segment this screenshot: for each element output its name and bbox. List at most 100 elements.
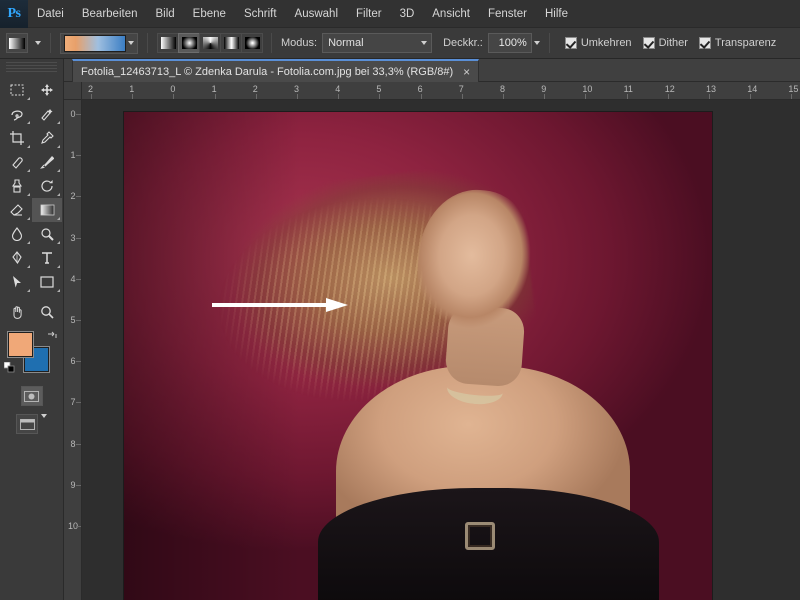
dither-checkbox-row[interactable]: Dither <box>642 37 688 49</box>
ruler-tick-line-v <box>76 155 81 157</box>
close-icon[interactable]: × <box>463 66 470 78</box>
brush-tool[interactable] <box>32 150 62 174</box>
options-separator-4 <box>548 33 550 53</box>
ruler-tick-line-v <box>76 443 81 445</box>
history-brush-tool[interactable] <box>32 174 62 198</box>
tool-preset-chevron-down-icon[interactable] <box>35 41 41 45</box>
tools-panel-grip[interactable] <box>6 62 57 74</box>
ruler-tick-h: 1 <box>211 84 217 94</box>
gradient-chevron-down-icon[interactable] <box>128 41 134 45</box>
horizontal-type-tool[interactable] <box>32 246 62 270</box>
ruler-tick-line-h <box>791 94 793 99</box>
options-separator-2 <box>147 33 148 53</box>
gradient-type-group <box>157 33 263 53</box>
menu-item-auswahl[interactable]: Auswahl <box>286 0 347 28</box>
menu-item-hilfe[interactable]: Hilfe <box>536 0 577 28</box>
menu-item-schrift[interactable]: Schrift <box>235 0 286 28</box>
blend-mode-select[interactable]: Normal <box>322 33 433 53</box>
menu-item-fenster[interactable]: Fenster <box>479 0 536 28</box>
ruler-tick-h: 14 <box>747 84 758 94</box>
ruler-tick-line-h <box>750 94 752 99</box>
horizontal-ruler[interactable]: 2 1 0 1 2 3 4 5 6 7 8 9 10 11 12 13 14 15 <box>82 82 800 100</box>
ruler-tick-line-h <box>297 94 298 99</box>
canvas-area[interactable] <box>82 100 800 600</box>
ruler-tick-h: 12 <box>664 84 675 94</box>
quick-selection-tool[interactable] <box>32 102 62 126</box>
eraser-tool[interactable] <box>2 198 32 222</box>
lasso-tool[interactable] <box>2 102 32 126</box>
spot-healing-brush-tool[interactable] <box>2 150 32 174</box>
ruler-tick-h: 2 <box>88 84 94 94</box>
ruler-tick-line-h <box>585 94 587 99</box>
radial-gradient-button[interactable] <box>178 33 200 53</box>
gradient-tool[interactable] <box>32 198 62 222</box>
menu-item-filter[interactable]: Filter <box>347 0 391 28</box>
transparency-checkbox[interactable] <box>698 37 711 49</box>
tools-panel <box>0 59 64 600</box>
ruler-tick-line-v <box>76 484 81 486</box>
rectangle-tool[interactable] <box>32 270 62 294</box>
angle-gradient-button[interactable] <box>199 33 221 53</box>
reverse-checkbox-row[interactable]: Umkehren <box>564 37 632 49</box>
eyedropper-tool[interactable] <box>32 126 62 150</box>
gradient-tool-icon[interactable] <box>6 33 28 53</box>
menu-item-bild[interactable]: Bild <box>146 0 183 28</box>
screen-mode-button[interactable] <box>16 414 38 434</box>
pen-tool[interactable] <box>2 246 32 270</box>
opacity-input[interactable]: 100% <box>487 33 532 53</box>
menu-item-3d[interactable]: 3D <box>391 0 424 28</box>
zoom-tool[interactable] <box>32 300 62 324</box>
quick-mask-button[interactable] <box>20 386 43 406</box>
blur-tool[interactable] <box>2 222 32 246</box>
ruler-tick-line-v <box>76 361 81 363</box>
arrow-head <box>326 298 348 312</box>
ruler-tick-line-h <box>214 94 216 99</box>
menu-item-datei[interactable]: Datei <box>28 0 73 28</box>
rectangular-marquee-tool[interactable] <box>2 78 32 102</box>
document-image[interactable] <box>124 112 712 600</box>
opacity-control[interactable]: 100% <box>487 33 540 53</box>
menu-item-ansicht[interactable]: Ansicht <box>423 0 479 28</box>
document-tab[interactable]: Fotolia_12463713_L © Zdenka Darula - Fot… <box>72 59 480 82</box>
ruler-tick-line-h <box>91 94 92 99</box>
reverse-checkbox[interactable] <box>564 37 577 49</box>
menu-item-ebene[interactable]: Ebene <box>184 0 235 28</box>
menu-item-bearbeiten[interactable]: Bearbeiten <box>73 0 147 28</box>
ruler-corner[interactable] <box>64 82 82 100</box>
tools-grid <box>0 78 63 324</box>
gradient-picker[interactable] <box>60 32 138 54</box>
color-swatches <box>3 330 60 376</box>
photoshop-logo: Ps <box>0 0 28 28</box>
dodge-tool[interactable] <box>32 222 62 246</box>
screen-mode-chevron-down-icon[interactable] <box>41 414 47 418</box>
clone-stamp-tool[interactable] <box>2 174 32 198</box>
quick-mask-row <box>0 386 63 406</box>
default-colors-icon[interactable] <box>3 361 15 373</box>
diamond-gradient-button[interactable] <box>241 33 263 53</box>
document-tab-title: Fotolia_12463713_L © Zdenka Darula - Fot… <box>81 65 454 78</box>
tool-options-bar: Modus: Normal Deckkr.: 100% Umkehren Dit… <box>0 28 800 59</box>
swap-colors-icon[interactable] <box>46 330 58 342</box>
arrow-shaft <box>212 303 328 307</box>
linear-gradient-button[interactable] <box>157 33 179 53</box>
opacity-chevron-down-icon[interactable] <box>533 41 540 45</box>
ruler-tick-line-h <box>132 94 134 99</box>
ruler-tick-line-h <box>667 94 669 99</box>
gradient-preview-swatch[interactable] <box>64 34 126 52</box>
ruler-tick-line-h <box>420 94 422 99</box>
ruler-tick-line-h <box>338 94 340 99</box>
hand-tool[interactable] <box>2 300 32 324</box>
dither-checkbox[interactable] <box>642 37 655 49</box>
crop-tool[interactable] <box>2 126 32 150</box>
reflected-gradient-button[interactable] <box>220 33 242 53</box>
move-tool[interactable] <box>32 78 62 102</box>
options-separator-3 <box>271 33 272 53</box>
path-selection-tool[interactable] <box>2 270 32 294</box>
opacity-label: Deckkr.: <box>443 37 483 49</box>
vertical-ruler[interactable]: 0 1 2 3 4 5 6 7 8 9 10 <box>64 100 82 600</box>
transparency-checkbox-row[interactable]: Transparenz <box>698 37 776 49</box>
ruler-tick-h: 5 <box>376 84 382 94</box>
foreground-color-swatch[interactable] <box>7 332 33 357</box>
blend-mode-chevron-down-icon[interactable] <box>421 41 428 45</box>
ruler-tick-line-h <box>709 94 710 99</box>
